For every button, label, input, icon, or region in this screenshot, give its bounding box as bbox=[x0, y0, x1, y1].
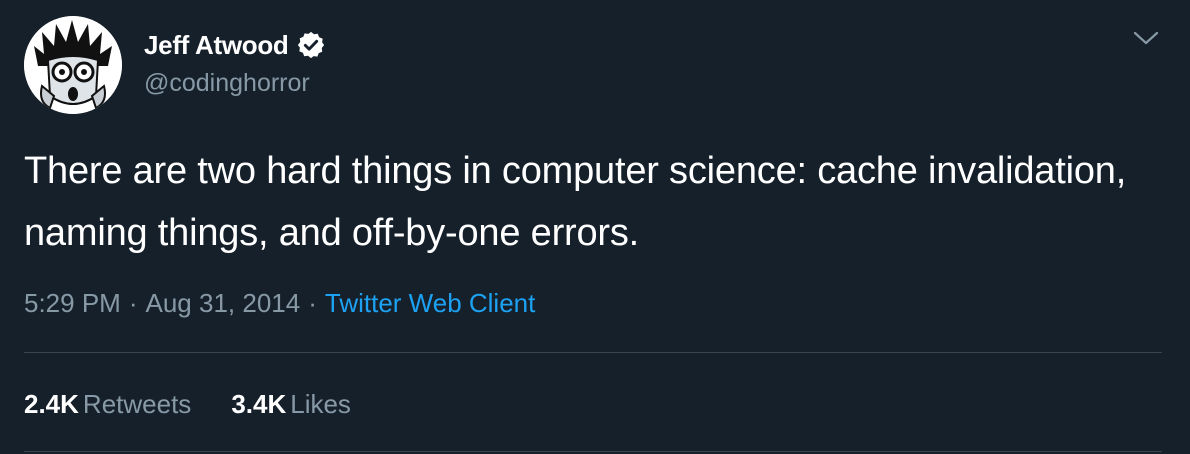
tweet-client-link[interactable]: Twitter Web Client bbox=[325, 288, 535, 318]
retweets-label: Retweets bbox=[82, 389, 192, 419]
retweets-stat[interactable]: 2.4K Retweets bbox=[24, 386, 191, 422]
avatar[interactable] bbox=[24, 16, 122, 114]
meta-separator: · bbox=[128, 288, 138, 318]
divider bbox=[24, 451, 1162, 452]
verified-badge-icon bbox=[296, 30, 326, 60]
likes-count: 3.4K bbox=[231, 389, 287, 419]
author-display-name[interactable]: Jeff Atwood bbox=[144, 28, 326, 62]
coding-horror-logo-icon bbox=[24, 16, 122, 114]
likes-stat[interactable]: 3.4K Likes bbox=[231, 386, 351, 422]
divider bbox=[24, 352, 1162, 353]
tweet-text: There are two hard things in computer sc… bbox=[24, 150, 1127, 254]
author-name-text[interactable]: Jeff Atwood bbox=[144, 28, 289, 62]
tweet-date[interactable]: Aug 31, 2014 bbox=[146, 288, 301, 318]
tweet-meta: 5:29 PM · Aug 31, 2014 · Twitter Web Client bbox=[24, 285, 535, 321]
meta-separator: · bbox=[308, 288, 317, 318]
likes-label: Likes bbox=[290, 389, 351, 419]
tweet-time[interactable]: 5:29 PM bbox=[24, 288, 121, 318]
author-handle[interactable]: @codinghorror bbox=[144, 66, 310, 100]
chevron-down-icon[interactable] bbox=[1130, 26, 1162, 50]
tweet-stats: 2.4K Retweets 3.4K Likes bbox=[24, 386, 391, 422]
tweet-card: Jeff Atwood @codinghorror There are two … bbox=[0, 0, 1190, 454]
retweets-count: 2.4K bbox=[24, 389, 79, 419]
